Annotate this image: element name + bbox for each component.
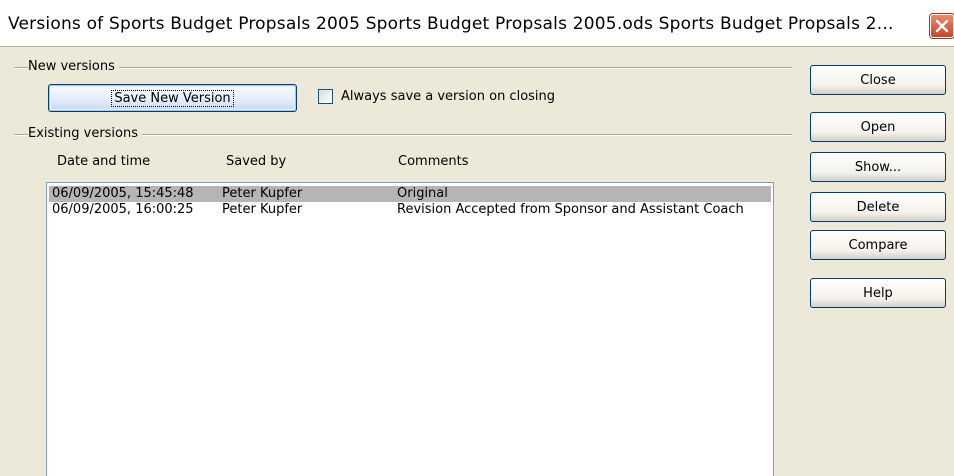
list-row-1[interactable]: 06/09/2005, 15:45:48 Peter Kupfer Origin… <box>49 186 771 202</box>
new-versions-separator <box>14 67 792 69</box>
versions-dialog: Versions of Sports Budget Propsals 2005 … <box>0 0 954 476</box>
close-button-label: Close <box>860 72 896 88</box>
column-header-date[interactable]: Date and time <box>57 154 150 169</box>
window-close-button[interactable] <box>930 14 954 38</box>
row-2-comment: Revision Accepted from Sponsor and Assis… <box>397 202 744 217</box>
new-versions-label: New versions <box>28 59 119 74</box>
dialog-content: New versions Save New Version Always sav… <box>0 47 954 476</box>
open-button-label: Open <box>860 119 896 135</box>
dialog-title: Versions of Sports Budget Propsals 2005 … <box>8 14 894 34</box>
compare-button-label: Compare <box>848 237 908 253</box>
row-1-date: 06/09/2005, 15:45:48 <box>52 186 194 201</box>
column-header-comments[interactable]: Comments <box>398 154 468 169</box>
show-button[interactable]: Show... <box>810 152 946 182</box>
list-row-2[interactable]: 06/09/2005, 16:00:25 Peter Kupfer Revisi… <box>49 202 771 218</box>
close-icon <box>935 19 949 33</box>
column-header-saved-by[interactable]: Saved by <box>226 154 286 169</box>
compare-button[interactable]: Compare <box>810 230 946 260</box>
always-save-checkbox[interactable] <box>318 89 333 104</box>
row-1-saved-by: Peter Kupfer <box>222 186 303 201</box>
help-button[interactable]: Help <box>810 278 946 308</box>
save-new-version-button[interactable]: Save New Version <box>48 84 297 112</box>
always-save-label[interactable]: Always save a version on closing <box>341 89 555 104</box>
delete-button[interactable]: Delete <box>810 192 946 222</box>
row-1-comment: Original <box>397 186 448 201</box>
open-button[interactable]: Open <box>810 112 946 142</box>
show-button-label: Show... <box>854 159 902 175</box>
close-button[interactable]: Close <box>810 65 946 95</box>
title-bar[interactable]: Versions of Sports Budget Propsals 2005 … <box>0 0 954 46</box>
delete-button-label: Delete <box>856 199 900 215</box>
existing-versions-label: Existing versions <box>28 126 143 141</box>
row-2-date: 06/09/2005, 16:00:25 <box>52 202 194 217</box>
save-new-version-label: Save New Version <box>111 89 234 107</box>
help-button-label: Help <box>863 285 893 301</box>
versions-list[interactable]: 06/09/2005, 15:45:48 Peter Kupfer Origin… <box>46 182 774 476</box>
row-2-saved-by: Peter Kupfer <box>222 202 303 217</box>
